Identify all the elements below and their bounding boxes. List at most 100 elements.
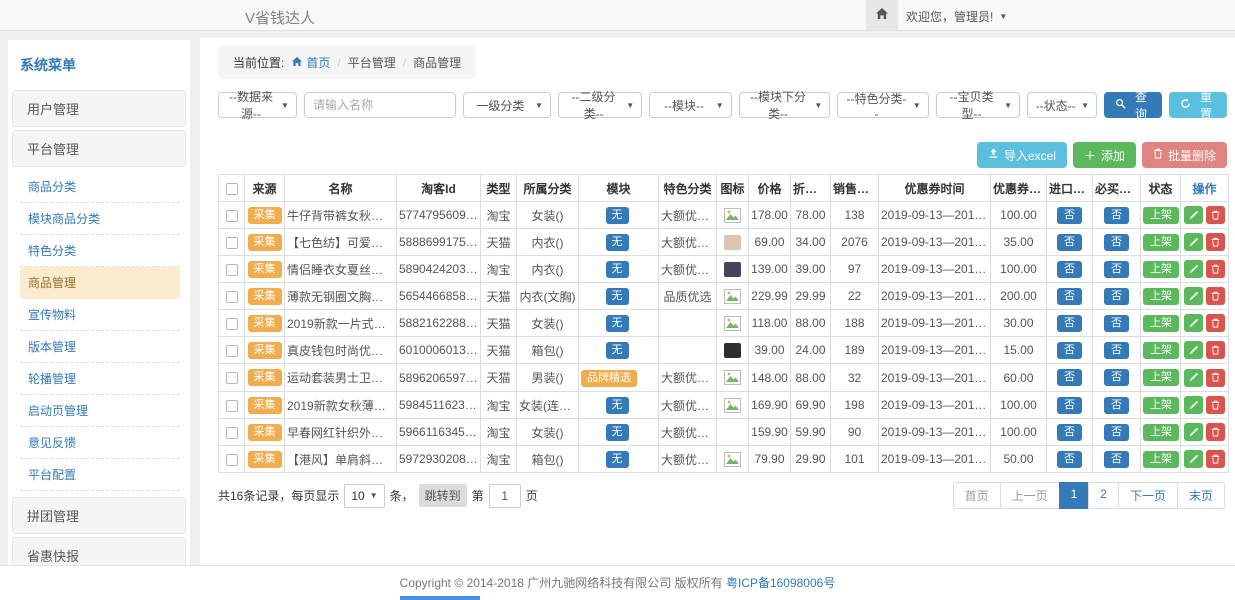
- status-toggle[interactable]: 上架: [1143, 342, 1179, 359]
- import-select-toggle[interactable]: 否: [1057, 369, 1082, 386]
- level1-category-select[interactable]: 一级分类▼: [463, 92, 551, 118]
- delete-button[interactable]: [1206, 233, 1225, 251]
- edit-button[interactable]: [1184, 206, 1203, 224]
- sidebar-item-users[interactable]: 用户管理: [12, 90, 186, 127]
- status-toggle[interactable]: 上架: [1143, 397, 1179, 414]
- must-buy-toggle[interactable]: 否: [1104, 424, 1129, 441]
- import-select-toggle[interactable]: 否: [1057, 234, 1082, 251]
- reset-button[interactable]: 重置: [1169, 92, 1227, 118]
- search-button[interactable]: 查询: [1104, 92, 1162, 118]
- delete-button[interactable]: [1206, 396, 1225, 414]
- sidebar-subitem[interactable]: 轮播管理: [20, 363, 180, 395]
- edit-button[interactable]: [1184, 314, 1203, 332]
- user-menu[interactable]: 欢迎您，管理员! ▼: [906, 8, 1007, 25]
- delete-button[interactable]: [1206, 369, 1225, 387]
- data-source-select[interactable]: --数据来源--▼: [218, 92, 297, 118]
- module-subcategory-select[interactable]: --模块下分类--▼: [739, 92, 831, 118]
- sidebar-subitem[interactable]: 版本管理: [20, 331, 180, 363]
- must-buy-toggle[interactable]: 否: [1104, 397, 1129, 414]
- import-select-toggle[interactable]: 否: [1057, 315, 1082, 332]
- import-select-toggle[interactable]: 否: [1057, 342, 1082, 359]
- row-checkbox[interactable]: [226, 345, 238, 357]
- edit-button[interactable]: [1184, 341, 1203, 359]
- edit-button[interactable]: [1184, 423, 1203, 441]
- import-select-toggle[interactable]: 否: [1057, 261, 1082, 278]
- sidebar-subitem[interactable]: 平台配置: [20, 459, 180, 491]
- must-buy-toggle[interactable]: 否: [1104, 369, 1129, 386]
- delete-button[interactable]: [1206, 260, 1225, 278]
- row-checkbox[interactable]: [226, 454, 238, 466]
- import-select-toggle[interactable]: 否: [1057, 288, 1082, 305]
- must-buy-toggle[interactable]: 否: [1104, 315, 1129, 332]
- edit-button[interactable]: [1184, 396, 1203, 414]
- must-buy-toggle[interactable]: 否: [1104, 451, 1129, 468]
- level2-category-select[interactable]: --二级分类--▼: [558, 92, 642, 118]
- edit-button[interactable]: [1184, 287, 1203, 305]
- sidebar-item-platform[interactable]: 平台管理: [12, 130, 186, 167]
- row-checkbox[interactable]: [226, 318, 238, 330]
- delete-button[interactable]: [1206, 423, 1225, 441]
- jump-page-input[interactable]: [489, 484, 521, 508]
- delete-button[interactable]: [1206, 450, 1225, 468]
- row-checkbox[interactable]: [226, 291, 238, 303]
- pagination-button[interactable]: 2: [1088, 482, 1119, 509]
- row-checkbox[interactable]: [226, 210, 238, 222]
- status-toggle[interactable]: 上架: [1143, 207, 1179, 224]
- status-toggle[interactable]: 上架: [1143, 315, 1179, 332]
- sidebar-subitem[interactable]: 意见反馈: [20, 427, 180, 459]
- add-button[interactable]: ＋ 添加: [1073, 142, 1136, 168]
- page-size-select[interactable]: 10 ▼: [344, 484, 384, 508]
- sidebar-item[interactable]: 省惠快报: [12, 537, 186, 565]
- import-select-toggle[interactable]: 否: [1057, 397, 1082, 414]
- pagination-button[interactable]: 下一页: [1118, 482, 1178, 509]
- row-checkbox[interactable]: [226, 427, 238, 439]
- must-buy-toggle[interactable]: 否: [1104, 261, 1129, 278]
- status-toggle[interactable]: 上架: [1143, 234, 1179, 251]
- breadcrumb-home-link[interactable]: 首页: [291, 54, 330, 71]
- edit-button[interactable]: [1184, 233, 1203, 251]
- sidebar-subitem[interactable]: 启动页管理: [20, 395, 180, 427]
- status-toggle[interactable]: 上架: [1143, 261, 1179, 278]
- delete-button[interactable]: [1206, 206, 1225, 224]
- must-buy-toggle[interactable]: 否: [1104, 342, 1129, 359]
- import-excel-button[interactable]: 导入excel: [977, 142, 1067, 168]
- status-toggle[interactable]: 上架: [1143, 424, 1179, 441]
- sidebar-subitem[interactable]: 模块商品分类: [20, 203, 180, 235]
- sidebar-item[interactable]: 拼团管理: [12, 497, 186, 534]
- home-button[interactable]: [866, 0, 898, 30]
- row-checkbox[interactable]: [226, 237, 238, 249]
- pagination-button[interactable]: 1: [1059, 482, 1090, 509]
- jump-to-button[interactable]: 跳转到: [419, 484, 467, 507]
- pagination-button[interactable]: 末页: [1177, 482, 1225, 509]
- name-search-input[interactable]: [304, 92, 456, 118]
- row-checkbox[interactable]: [226, 400, 238, 412]
- module-select[interactable]: --模块--▼: [649, 92, 732, 118]
- status-toggle[interactable]: 上架: [1143, 369, 1179, 386]
- batch-delete-button[interactable]: 批量删除: [1142, 142, 1227, 168]
- status-toggle[interactable]: 上架: [1143, 451, 1179, 468]
- feature-category-select[interactable]: --特色分类--▼: [837, 92, 929, 118]
- pagination-button[interactable]: 上一页: [1000, 482, 1060, 509]
- must-buy-toggle[interactable]: 否: [1104, 207, 1129, 224]
- edit-button[interactable]: [1184, 369, 1203, 387]
- icp-link[interactable]: 粤ICP备16098006号: [726, 576, 835, 590]
- edit-button[interactable]: [1184, 260, 1203, 278]
- item-type-select[interactable]: --宝贝类型--▼: [936, 92, 1020, 118]
- sidebar-subitem[interactable]: 宣传物料: [20, 299, 180, 331]
- must-buy-toggle[interactable]: 否: [1104, 234, 1129, 251]
- must-buy-toggle[interactable]: 否: [1104, 288, 1129, 305]
- sidebar-subitem[interactable]: 商品管理: [20, 267, 180, 299]
- sidebar-subitem[interactable]: 商品分类: [20, 171, 180, 203]
- row-checkbox[interactable]: [226, 372, 238, 384]
- pagination-button[interactable]: 首页: [953, 482, 1001, 509]
- import-select-toggle[interactable]: 否: [1057, 451, 1082, 468]
- status-toggle[interactable]: 上架: [1143, 288, 1179, 305]
- edit-button[interactable]: [1184, 450, 1203, 468]
- import-select-toggle[interactable]: 否: [1057, 424, 1082, 441]
- select-all-checkbox[interactable]: [226, 183, 238, 195]
- row-checkbox[interactable]: [226, 264, 238, 276]
- import-select-toggle[interactable]: 否: [1057, 207, 1082, 224]
- sidebar-subitem[interactable]: 特色分类: [20, 235, 180, 267]
- delete-button[interactable]: [1206, 314, 1225, 332]
- delete-button[interactable]: [1206, 287, 1225, 305]
